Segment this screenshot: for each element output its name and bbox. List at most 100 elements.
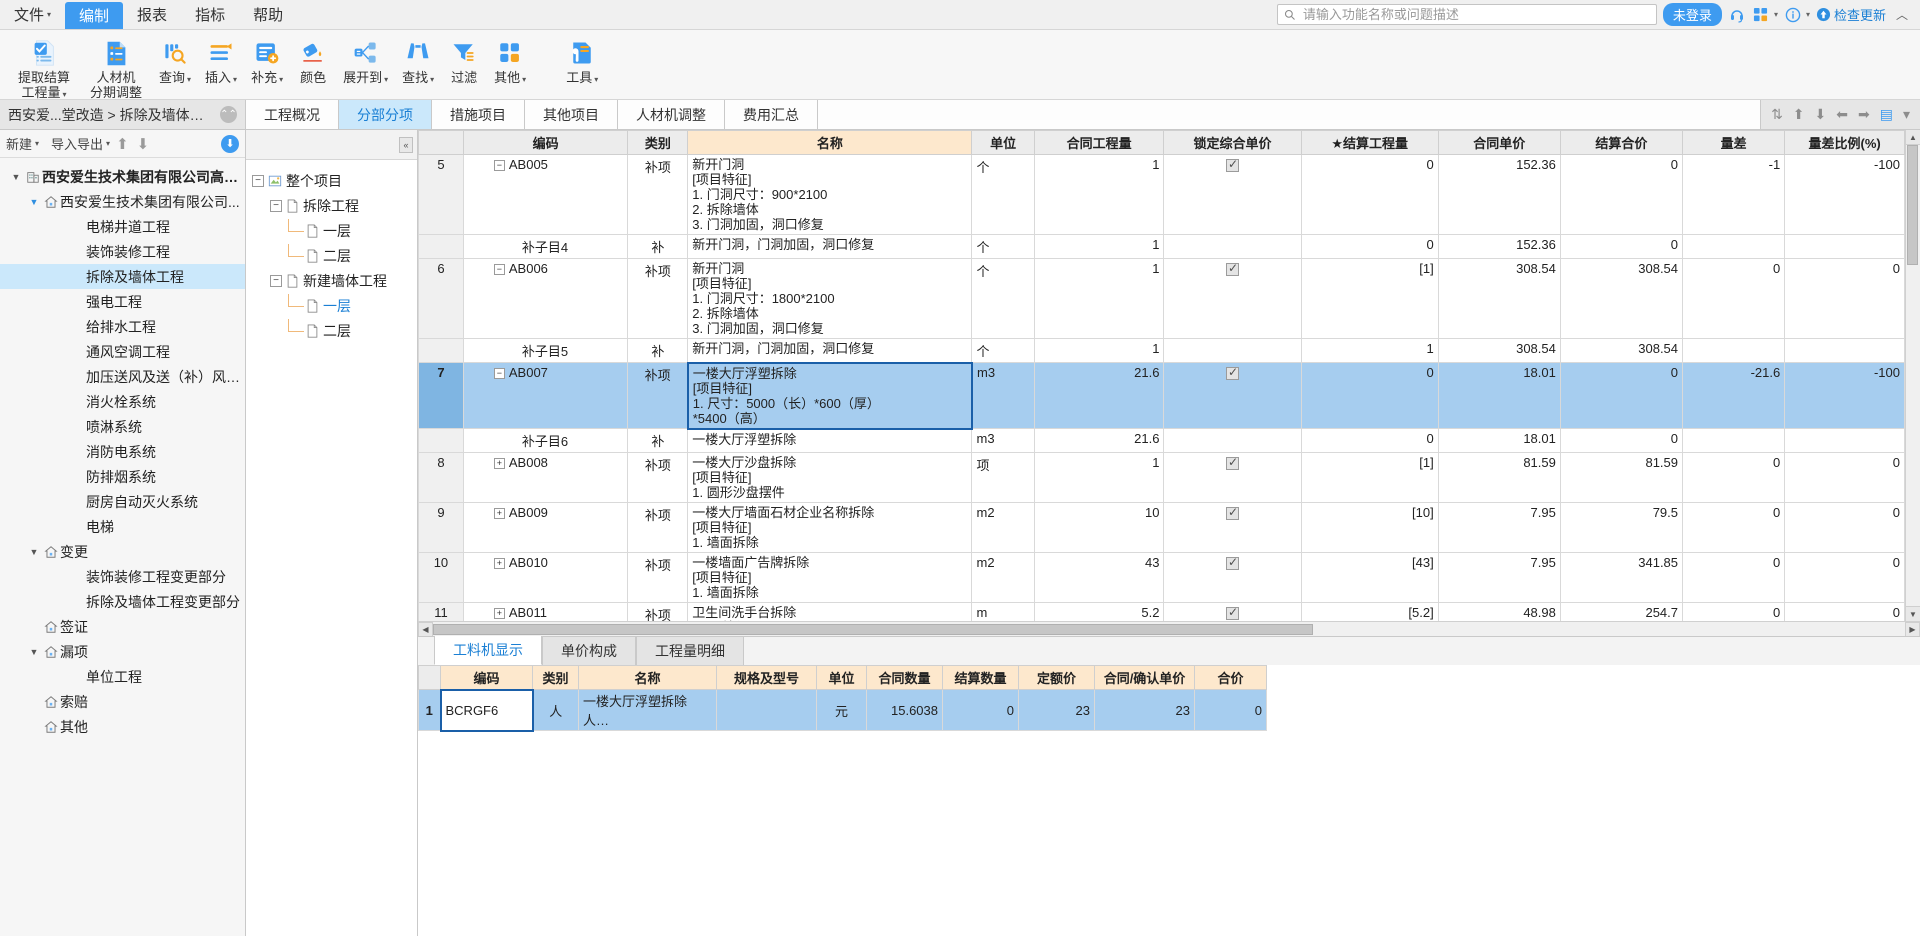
ribbon-other-button[interactable]: 其他 ▾ (487, 34, 533, 89)
cell-qty-diff-pct[interactable]: 0 (1784, 552, 1905, 603)
cell-settle-total[interactable]: 341.85 (1559, 552, 1684, 603)
resource-col-header-unit[interactable]: 单位 (816, 665, 867, 690)
search-box[interactable] (1276, 4, 1657, 25)
resource-col-header-settle_qty[interactable]: 结算数量 (942, 665, 1019, 690)
cell-lock-price[interactable] (1163, 154, 1302, 235)
cell-unit[interactable]: m3 (971, 362, 1035, 429)
arrow-down-icon[interactable]: ⬇ (1815, 106, 1827, 123)
cell-lock-price[interactable] (1163, 338, 1302, 363)
cell-contract-price[interactable]: 18.01 (1437, 428, 1561, 453)
chevron-up-circle-icon[interactable]: ⌃⌃ (220, 106, 237, 123)
row-index[interactable]: 6 (418, 258, 464, 339)
sidebar-item-16[interactable]: 装饰装修工程变更部分 (0, 564, 245, 589)
cell-settle-qty[interactable]: [43] (1300, 552, 1439, 603)
sidebar-item-0[interactable]: ▼ 西安爱生技术集团有限公司高新... (0, 164, 245, 189)
table-row[interactable]: 6− AB006 补项 新开门洞 [项目特征] 1. 门洞尺寸：1800*2100 2. 拆… (418, 258, 1905, 339)
cell-qty-diff-pct[interactable]: -100 (1784, 362, 1905, 429)
cell-unit[interactable]: m2 (971, 552, 1035, 603)
ribbon-filter-button[interactable]: 过滤 (441, 34, 487, 87)
cell-name[interactable]: 新开门洞 [项目特征] 1. 门洞尺寸：900*2100 2. 拆除墙体 3. 门洞加固… (687, 154, 973, 235)
resource-col-header-idx[interactable] (418, 665, 441, 690)
table-row[interactable]: 11+AB011补项卫生间洗手台拆除[项目特征]m5.2[5.2]48.9825… (418, 602, 1905, 621)
cell-qty-diff[interactable]: 0 (1682, 452, 1786, 503)
tab-project-overview[interactable]: 工程概况 (246, 100, 339, 129)
cell-type[interactable]: 补项 (627, 258, 689, 339)
cell-qty-diff[interactable]: -1 (1682, 154, 1786, 235)
resource-cell-spec[interactable] (716, 689, 817, 731)
layout-icon[interactable]: ▤ (1880, 106, 1893, 123)
resource-cell-type[interactable]: 人 (532, 689, 579, 731)
grid-horizontal-scrollbar[interactable]: ◀ ▶ (418, 621, 1920, 637)
structure-node-5[interactable]: 一层 (252, 293, 417, 318)
expand-box-icon[interactable]: + (493, 458, 505, 470)
cell-settle-qty[interactable]: [10] (1300, 502, 1439, 553)
cell-contract-qty[interactable]: 1 (1033, 258, 1165, 339)
checkbox-checked-icon[interactable] (1226, 555, 1240, 571)
sidebar-import-export-button[interactable]: 导入导出 ▾ (51, 134, 110, 153)
cell-unit[interactable]: 个 (971, 338, 1035, 363)
horizontal-scroll-track[interactable] (433, 622, 1905, 636)
collapse-box-icon[interactable]: − (270, 274, 282, 287)
cell-qty-diff-pct[interactable]: 0 (1784, 258, 1905, 339)
table-row[interactable]: 8+AB008补项一楼大厅沙盘拆除[项目特征]1. 圆形沙盘摆件项1[1]81.… (418, 452, 1905, 503)
structure-node-6[interactable]: 二层 (252, 318, 417, 343)
structure-node-3[interactable]: 二层 (252, 243, 417, 268)
sort-icon[interactable]: ⇅ (1771, 106, 1783, 123)
row-index[interactable] (418, 338, 464, 363)
resource-cell-idx[interactable]: 1 (418, 689, 441, 731)
sidebar-item-4[interactable]: 拆除及墙体工程 (0, 264, 245, 289)
expand-box-icon[interactable]: + (493, 508, 505, 520)
checkbox-checked-icon[interactable] (1226, 605, 1240, 621)
cell-code[interactable]: − AB007 (462, 362, 629, 429)
chevron-down-icon[interactable]: ▼ (26, 547, 42, 557)
resource-col-header-total[interactable]: 合价 (1194, 665, 1267, 690)
cell-contract-qty[interactable]: 43 (1033, 552, 1165, 603)
cell-name[interactable]: 新开门洞 [项目特征] 1. 门洞尺寸：1800*2100 2. 拆除墙体 3. 门洞加… (687, 258, 973, 339)
chevron-down-icon[interactable]: ▾ (1903, 106, 1910, 123)
cell-settle-total[interactable]: 81.59 (1559, 452, 1684, 503)
row-index[interactable]: 7 (418, 362, 464, 429)
cell-contract-qty[interactable]: 21.6 (1033, 362, 1165, 429)
headset-icon[interactable] (1728, 6, 1746, 24)
cell-unit[interactable]: 个 (971, 234, 1035, 259)
cell-qty-diff-pct[interactable] (1784, 234, 1905, 259)
table-row[interactable]: 补子目4 补新开门洞，门洞加固，洞口修复 个 1 0 152.36 0 (418, 234, 1905, 259)
ribbon-query-button[interactable]: 查询 ▾ (152, 34, 198, 89)
sidebar-item-12[interactable]: 防排烟系统 (0, 464, 245, 489)
table-row[interactable]: 5− AB005 补项 新开门洞 [项目特征] 1. 门洞尺寸：900*2100 2. 拆除… (418, 154, 1905, 235)
login-status-badge[interactable]: 未登录 (1662, 3, 1722, 26)
cell-code[interactable]: + AB009 (462, 502, 629, 553)
structure-node-0[interactable]: − 整个项目 (252, 168, 417, 193)
cell-code[interactable]: 补子目6 (462, 428, 629, 453)
cell-type[interactable]: 补 (627, 234, 689, 259)
arrow-left-icon[interactable]: ⬅ (1836, 106, 1848, 123)
collapse-box-icon[interactable]: − (493, 160, 505, 172)
cell-contract-price[interactable]: 48.98 (1437, 602, 1561, 621)
cell-unit[interactable]: m (971, 602, 1035, 621)
menu-item-indicator[interactable]: 指标 (181, 0, 239, 29)
resource-col-header-confirm_price[interactable]: 合同/确认单价 (1094, 665, 1195, 690)
cell-settle-total[interactable]: 0 (1559, 234, 1684, 259)
structure-node-2[interactable]: 一层 (252, 218, 417, 243)
cell-settle-total[interactable]: 0 (1559, 154, 1684, 235)
cell-lock-price[interactable] (1163, 552, 1302, 603)
cell-qty-diff[interactable] (1682, 338, 1786, 363)
cell-contract-price[interactable]: 81.59 (1437, 452, 1561, 503)
sidebar-item-3[interactable]: 装饰装修工程 (0, 239, 245, 264)
boq-col-header-unit[interactable]: 单位 (971, 130, 1035, 155)
ribbon-extract-settlement-button[interactable]: 提取结算 工程量 ▾ (8, 34, 80, 104)
table-row[interactable]: 补子目6 补一楼大厅浮塑拆除 m3 21.6 0 18.01 0 (418, 428, 1905, 453)
cell-settle-qty[interactable]: 0 (1300, 234, 1439, 259)
boq-col-header-type[interactable]: 类别 (627, 130, 689, 155)
row-index[interactable] (418, 428, 464, 453)
chevron-down-icon[interactable]: ▼ (8, 172, 24, 182)
cell-contract-qty[interactable]: 1 (1033, 154, 1165, 235)
tab-lmm-adjust[interactable]: 人材机调整 (618, 100, 725, 129)
scroll-up-button[interactable]: ▲ (1906, 130, 1920, 145)
cell-code[interactable]: + AB011 (462, 602, 629, 621)
resource-col-header-contract_qty[interactable]: 合同数量 (866, 665, 943, 690)
table-row[interactable]: 9 + AB009 补项 一楼大厅墙面石材企业名称拆除 [项目特征] 1. 墙面拆除 m2 10… (418, 502, 1905, 553)
cell-lock-price[interactable] (1163, 428, 1302, 453)
cell-lock-price[interactable] (1163, 362, 1302, 429)
cell-unit[interactable]: m3 (971, 428, 1035, 453)
